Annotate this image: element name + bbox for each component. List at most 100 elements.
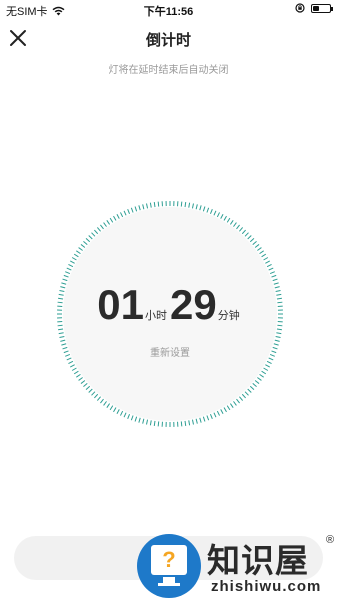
hours-unit: 小时 <box>145 310 167 322</box>
dial-tick <box>266 264 272 268</box>
orientation-lock-icon <box>295 3 305 13</box>
dial-tick <box>149 202 152 208</box>
dial-tick <box>59 335 65 338</box>
dial-tick <box>100 224 104 230</box>
dial-tick <box>191 419 194 425</box>
dial-tick <box>244 391 249 396</box>
dial-tick <box>199 205 202 211</box>
dial-tick <box>68 360 74 364</box>
dial-tick <box>233 222 237 227</box>
dial-tick <box>146 419 149 425</box>
dial-tick <box>149 420 152 426</box>
dial-tick <box>94 393 99 399</box>
dial-tick <box>202 416 206 422</box>
dial-tick <box>130 415 134 421</box>
dial-tick <box>71 257 77 261</box>
dial-tick <box>268 267 274 271</box>
dial-tick <box>76 250 81 255</box>
dial-tick <box>142 418 145 424</box>
dial-tick <box>103 222 107 227</box>
dial-tick <box>195 418 198 424</box>
dial-tick <box>239 227 244 232</box>
dial-tick <box>65 271 71 275</box>
dial-tick <box>223 407 227 413</box>
dial-tick <box>94 229 99 235</box>
dial-tick <box>239 396 244 401</box>
dial-tick <box>127 209 131 215</box>
dial-tick <box>96 396 101 401</box>
dial-tick <box>266 360 272 364</box>
dial-tick <box>259 373 264 378</box>
dial-tick <box>73 253 79 258</box>
battery-icon <box>311 3 333 13</box>
dial-tick <box>195 204 198 210</box>
dial-tick <box>180 201 183 207</box>
dial-tick <box>223 215 227 221</box>
dial-tick <box>180 421 183 427</box>
dial-tick <box>127 413 131 419</box>
dial-tick <box>88 235 93 240</box>
watermark-logo: ? 知识屋 ® zhishiwu.com <box>137 532 337 600</box>
dial-tick <box>85 385 91 390</box>
dial-tick <box>202 206 206 212</box>
dial-tick <box>120 212 124 218</box>
dial-tick <box>249 238 255 243</box>
status-time: 下午11:56 <box>143 6 194 18</box>
page-title: 倒计时 <box>145 32 191 49</box>
dial-tick <box>241 229 246 235</box>
dial-tick <box>236 224 240 230</box>
watermark-domain: zhishiwu.com <box>211 578 322 595</box>
dial-tick <box>263 257 269 261</box>
dial-tick <box>138 417 141 423</box>
dial-tick <box>276 328 282 331</box>
dial-tick <box>241 393 246 399</box>
dial-tick <box>100 398 104 404</box>
dial-tick <box>60 339 66 342</box>
dial-tick <box>257 247 262 251</box>
dial-tick <box>254 244 260 248</box>
dial-tick <box>199 417 202 423</box>
dial-tick <box>71 367 77 371</box>
dial-tick <box>254 380 260 384</box>
dial-tick <box>66 267 72 271</box>
reset-button[interactable]: 重新设置 <box>54 344 286 359</box>
dial-tick <box>188 202 191 208</box>
dial-tick <box>120 410 124 416</box>
hours-value: 01 <box>97 281 144 328</box>
watermark-brand: 知识屋 <box>207 542 309 579</box>
dial-tick <box>69 260 75 264</box>
dial-tick <box>106 220 111 225</box>
dial-tick <box>85 238 91 243</box>
countdown-page: 无SIM卡 下午11:56 倒计时 灯将在延时结束后自动关闭 01 小时 29 … <box>0 0 337 600</box>
dial-tick <box>274 339 280 342</box>
dial-tick <box>247 235 252 240</box>
dial-tick <box>269 271 275 275</box>
dial-tick <box>236 398 240 404</box>
dial-tick <box>134 206 138 212</box>
dial-tick <box>257 377 262 381</box>
dial-tick <box>130 207 134 213</box>
dial-tick <box>91 232 96 237</box>
dial-tick <box>229 403 234 408</box>
status-bar: 无SIM卡 下午11:56 <box>0 0 337 18</box>
dial-tick <box>123 210 127 216</box>
dial-tick <box>113 407 117 413</box>
dial-tick <box>275 335 281 338</box>
dial-tick <box>68 264 74 268</box>
dial-tick <box>83 383 88 388</box>
dial-tick <box>80 380 86 384</box>
dial-tick <box>209 413 213 419</box>
registered-mark: ® <box>326 534 335 546</box>
dial-tick <box>261 370 267 375</box>
dial-tick <box>109 405 114 411</box>
dial-tick <box>188 420 191 426</box>
countdown-dial[interactable]: 01 小时 29 分钟 重新设置 <box>54 198 286 430</box>
dial-tick <box>62 278 68 282</box>
dial-tick <box>209 209 213 215</box>
dial-tick <box>157 421 160 427</box>
dial-tick <box>226 405 231 411</box>
dial-tick <box>213 412 217 418</box>
dial-tick <box>206 415 210 421</box>
dial-tick <box>113 215 117 221</box>
dial-tick <box>142 204 145 210</box>
